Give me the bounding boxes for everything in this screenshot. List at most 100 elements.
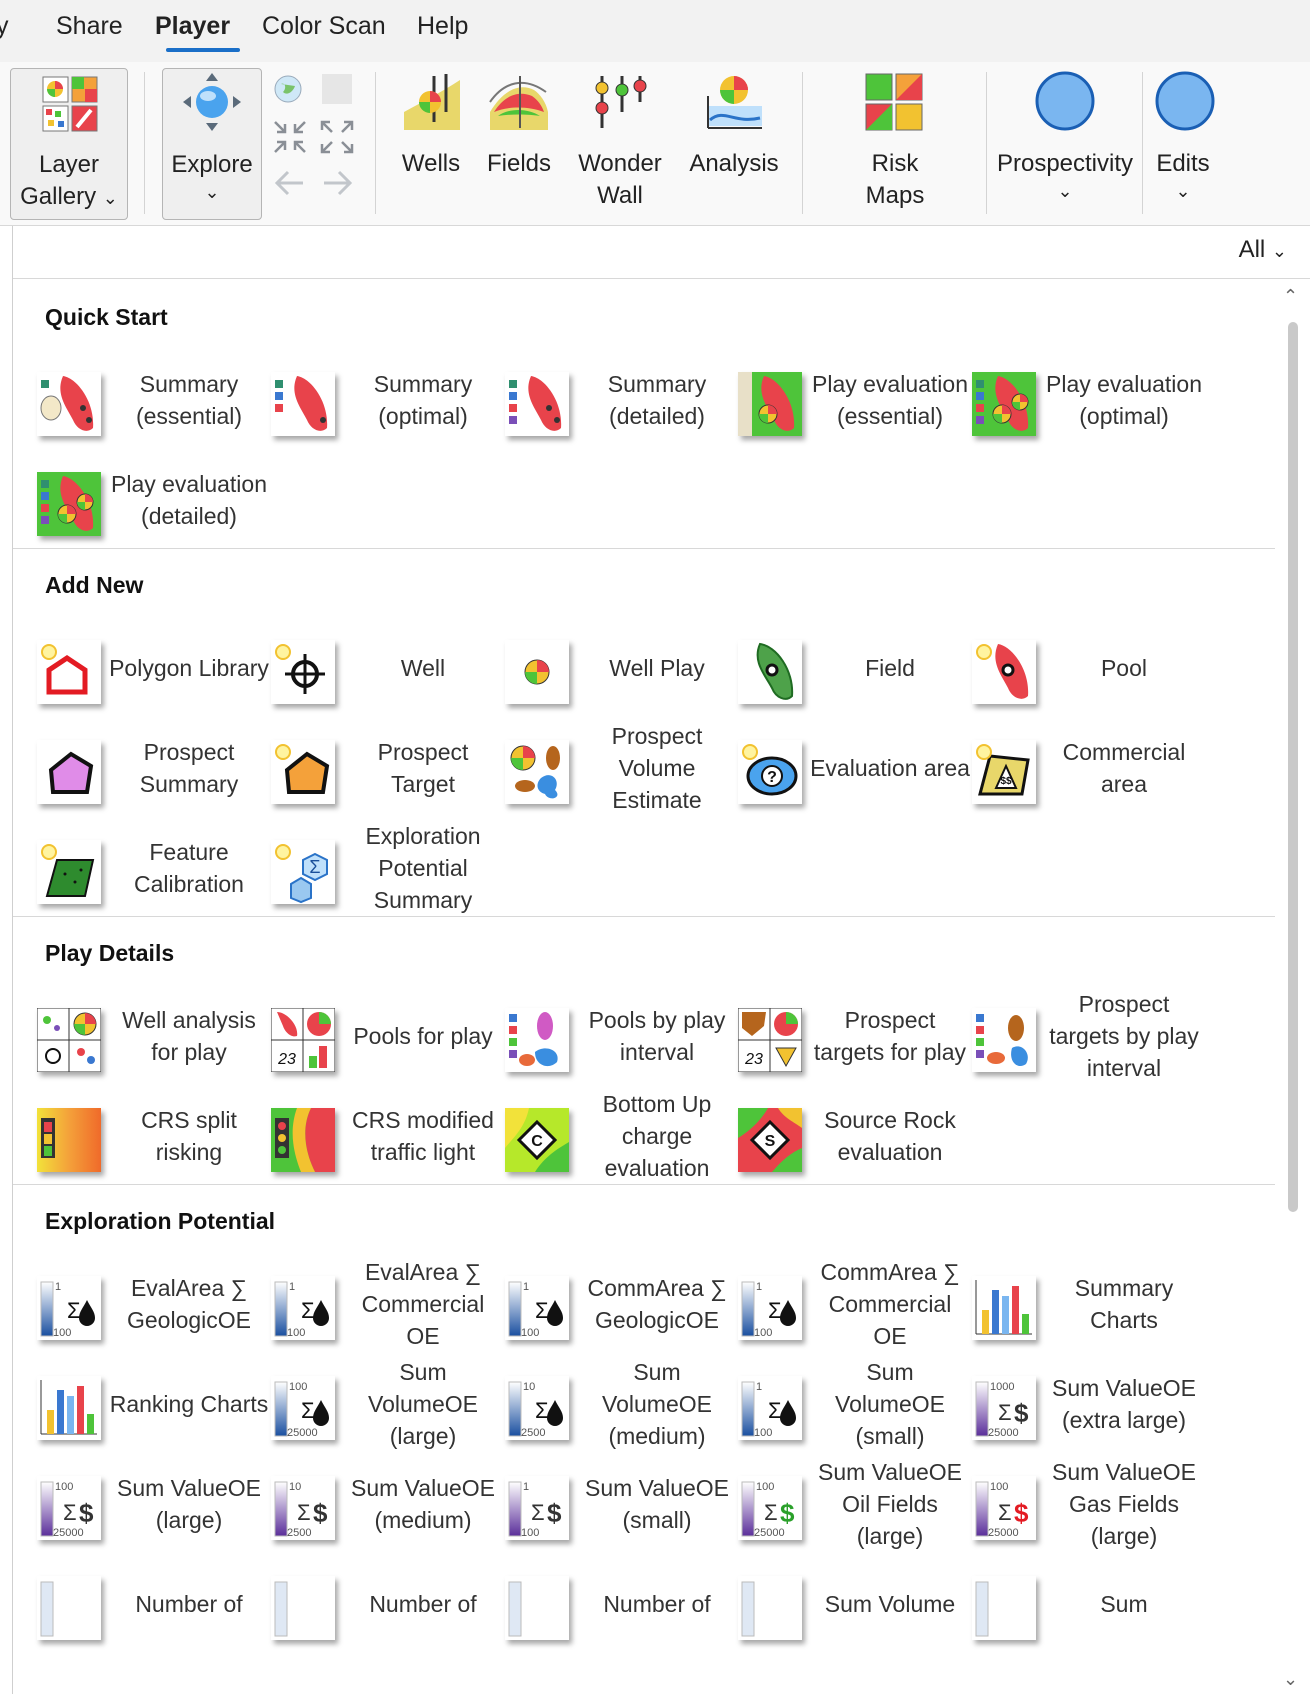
tab-help[interactable]: Help [417,12,468,41]
gallery-item[interactable]: 10 2500 Σ $ Sum ValueOE (medium) [247,1454,499,1554]
gallery-item[interactable]: Play evaluation (optimal) [948,350,1202,450]
gallery-item[interactable]: 1 100 Σ CommArea ∑ Commercial OE [714,1254,966,1354]
scrollbar-thumb[interactable] [1288,322,1298,1212]
gallery-item[interactable]: 1 100 Σ Sum VolumeOE (small) [714,1354,966,1454]
stop-icon[interactable] [322,74,352,104]
gallery-item[interactable]: Sum Volume [714,1554,966,1654]
risk-maps-button[interactable]: Risk Maps [850,68,940,218]
gallery-item[interactable]: CRS modified traffic light [247,1086,499,1186]
edits-label: Edits [1156,150,1210,177]
globe-icon[interactable] [273,74,303,104]
layer-gallery-label: Layer Gallery ⌄ [20,151,118,210]
edits-button[interactable]: Edits ⌄ [1150,68,1216,218]
tab-history[interactable]: y [0,12,9,41]
gallery-item-label: Sum VolumeOE (medium) [602,1359,712,1449]
gallery-item[interactable]: Feature Calibration [13,818,265,918]
gallery-item[interactable]: Prospect Summary [13,718,265,818]
prospectivity-button[interactable]: Prospectivity ⌄ [996,68,1134,218]
scroll-down-icon[interactable]: ⌄ [1283,1669,1298,1690]
source-rock-icon: S [738,1108,802,1172]
sum-oil-icon: 1 100 Σ [271,1276,335,1340]
back-arrow-icon[interactable] [273,168,307,198]
gallery-item[interactable]: 1 100 Σ $ Sum ValueOE (small) [481,1454,733,1554]
gallery-item-label: Polygon Library [109,655,269,681]
risk-maps-label: Risk [871,150,919,177]
gallery-item[interactable]: Summary (essential) [13,350,265,450]
gallery-item[interactable]: Summary (optimal) [247,350,499,450]
zoom-out-icon[interactable] [320,120,354,154]
gallery-item-label: Sum ValueOE (medium) [350,1475,496,1533]
gallery-item[interactable]: Summary Charts [948,1254,1200,1354]
gallery-item-label: Sum Volume [824,1591,956,1617]
vertical-scrollbar[interactable]: ⌃ ⌄ [1275,280,1310,1694]
count-icon [972,1576,1036,1640]
scale-max-label: 100 [55,1481,73,1493]
gallery-item[interactable]: Play evaluation (detailed) [13,450,267,550]
gallery-item[interactable]: Ranking Charts [13,1354,268,1454]
gallery-item[interactable]: Field [714,618,966,718]
layer-gallery-button[interactable]: Layer Gallery ⌄ [10,68,128,220]
category-filter-dropdown[interactable]: All ⌄ [1239,236,1287,264]
ribbon-separator [375,72,376,214]
gallery-item[interactable]: Number of [481,1554,733,1654]
gallery-item[interactable]: 100 25000 Σ $ Sum ValueOE Oil Fields (large) [714,1454,966,1554]
tab-player[interactable]: Player [155,12,230,41]
gallery-item[interactable]: 23 Prospect targets for play [714,986,966,1086]
gallery-item[interactable]: 1 100 Σ EvalArea ∑ Commercial OE [247,1254,499,1354]
gallery-item[interactable]: 100 25000 Σ $ Sum ValueOE Gas Fields (large) [948,1454,1200,1554]
commercial-area-icon: $$ [972,740,1036,804]
gallery-item[interactable]: Prospect targets by play interval [948,986,1200,1086]
gallery-item[interactable]: Prospect Volume Estimate [481,718,733,818]
gallery-item-label: Well analysis for play [122,1007,256,1065]
sum-value-icon: 100 25000 Σ $ [37,1476,101,1540]
gallery-item[interactable]: Sum [948,1554,1200,1654]
gallery-item[interactable]: Summary (detailed) [481,350,733,450]
gallery-item[interactable]: 1 100 Σ EvalArea ∑ GeologicOE [13,1254,265,1354]
gallery-item[interactable]: Number of [13,1554,265,1654]
scroll-up-icon[interactable]: ⌃ [1283,286,1298,307]
gallery-item[interactable]: $$ Commercial area [948,718,1200,818]
tab-share[interactable]: Share [56,12,123,41]
sum-value-oil-icon: 100 25000 Σ $ [738,1476,802,1540]
gallery-item[interactable]: C Bottom Up charge evaluation [481,1086,733,1186]
well-analysis-icon [37,1008,101,1072]
gallery-item[interactable]: Pool [948,618,1200,718]
gallery-item[interactable]: Prospect Target [247,718,499,818]
gallery-item[interactable]: 10 2500 Σ Sum VolumeOE (medium) [481,1354,733,1454]
gallery-item[interactable]: Pools by play interval [481,986,733,1086]
svg-text:$: $ [780,1498,795,1528]
gallery-item[interactable]: 1 100 Σ CommArea ∑ GeologicOE [481,1254,733,1354]
gallery-item[interactable]: 23 Pools for play [247,986,499,1086]
explore-button[interactable]: Explore ⌄ [162,68,262,220]
gallery-item[interactable]: Well Play [481,618,733,718]
wonder-wall-button[interactable]: Wonder Wall [572,68,668,218]
svg-text:$: $ [79,1498,94,1528]
analysis-button[interactable]: Analysis [686,68,782,218]
gallery-item-label: Pools by play interval [588,1007,726,1065]
gallery-item[interactable]: S Source Rock evaluation [714,1086,966,1186]
svg-text:$: $ [1014,1398,1029,1428]
scale-min-label: 100 [754,1427,772,1439]
gallery-item[interactable]: Play evaluation (essential) [714,350,968,450]
gallery-item[interactable]: 100 25000 Σ $ Sum ValueOE (large) [13,1454,265,1554]
gallery-item[interactable]: Polygon Library [13,618,269,718]
menu-bar: y Share Player Color Scan Help [0,0,1310,62]
tab-color-scan[interactable]: Color Scan [262,12,386,41]
gallery-item[interactable]: Number of [247,1554,499,1654]
gallery-item[interactable]: Well [247,618,499,718]
gallery-item[interactable]: ? Evaluation area [714,718,970,818]
forward-arrow-icon[interactable] [320,168,354,198]
wells-button[interactable]: Wells [392,68,470,218]
scale-max-label: 1 [55,1281,61,1293]
gallery-item[interactable]: 100 25000 Σ Sum VolumeOE (large) [247,1354,499,1454]
gallery-item-label: CRS modified traffic light [352,1107,494,1165]
scale-min-label: 25000 [988,1527,1019,1539]
gallery-item[interactable]: 1000 25000 Σ $ Sum ValueOE (extra large) [948,1354,1200,1454]
fields-button[interactable]: Fields [480,68,558,218]
zoom-in-icon[interactable] [273,120,307,154]
prospect-target-icon [271,740,335,804]
gallery-item[interactable]: Σ Exploration Potential Summary [247,818,499,918]
gallery-item[interactable]: CRS split risking [13,1086,265,1186]
gallery-item-label: Sum ValueOE (extra large) [1051,1375,1197,1433]
gallery-item[interactable]: Well analysis for play [13,986,265,1086]
